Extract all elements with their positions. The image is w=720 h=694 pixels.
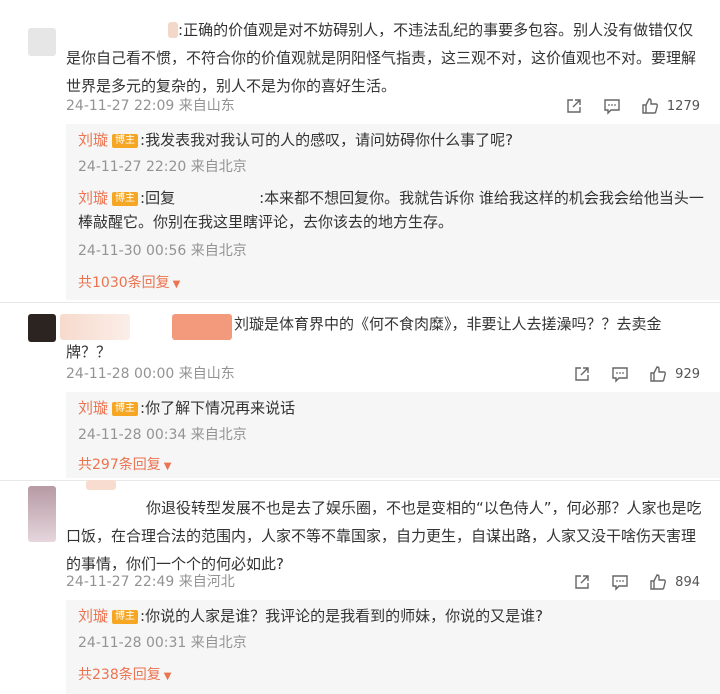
like-icon (650, 574, 667, 590)
comment-button[interactable] (611, 573, 629, 591)
caret-down-icon: ▼ (172, 279, 181, 290)
reply-author[interactable]: 刘璇 (78, 607, 108, 625)
blurred-username (86, 480, 116, 490)
comment-actions: 929 (553, 362, 700, 386)
reply-text: 刘璇 博主:我发表我对我认可的人的感叹，请问妨碍你什么事了呢? (78, 131, 514, 149)
comment-meta: 24-11-27 22:49 来自河北 (66, 574, 235, 590)
avatar[interactable] (28, 28, 56, 56)
like-count: 894 (675, 574, 700, 590)
share-button[interactable] (565, 97, 583, 115)
like-icon (642, 98, 658, 114)
share-icon (575, 367, 589, 381)
blogger-badge: 博主 (112, 402, 139, 416)
comment-actions: 894 (553, 570, 700, 594)
reply-text: 刘璇 博主:你了解下情况再来说话 (78, 399, 296, 417)
reply-text: 刘璇 博主:你说的人家是谁？我评论的是我看到的师妹，你说的又是谁? (78, 607, 544, 625)
caret-down-icon: ▼ (163, 671, 172, 682)
more-replies-link[interactable]: 共297条回复 ▼ (78, 454, 171, 474)
share-icon (567, 99, 581, 113)
avatar[interactable] (28, 314, 56, 342)
comment-1: :正确的价值观是对不妨碍别人，不违法乱纪的事要多包容。别人没有做错仅仅 是你自己… (0, 0, 720, 300)
like-button[interactable]: 894 (649, 573, 700, 591)
reply-author[interactable]: 刘璇 (78, 399, 108, 417)
like-icon (650, 366, 667, 382)
divider (0, 302, 720, 303)
more-replies-link[interactable]: 共1030条回复 ▼ (78, 272, 180, 292)
more-replies-link[interactable]: 共238条回复 ▼ (78, 664, 171, 684)
comment-2: 刘璇是体育界中的《何不食肉糜》，非要让人去搓澡吗？？去卖金 牌？？ 24-11-… (0, 304, 720, 478)
comment-icon (604, 99, 620, 115)
comment-text: :正确的价值观是对不妨碍别人，不违法乱纪的事要多包容。别人没有做错仅仅 是你自己… (66, 21, 697, 95)
like-button[interactable]: 1279 (641, 97, 700, 115)
blogger-badge: 博主 (112, 192, 139, 206)
reply-meta: 24-11-27 22:20 来自北京 (78, 159, 247, 175)
reply-list: 刘璇 博主:你说的人家是谁？我评论的是我看到的师妹，你说的又是谁? 24-11-2… (66, 600, 720, 694)
comment-icon (612, 575, 628, 591)
caret-down-icon: ▼ (163, 461, 172, 472)
comment-actions: 1279 (545, 94, 700, 118)
comment-meta: 24-11-27 22:09 来自山东 (66, 98, 235, 114)
reply-text-continued: 棒敲醒它。你别在我这里瞎评论，去你该去的地方生存。 (78, 213, 454, 231)
comment-text: 刘璇是体育界中的《何不食肉糜》，非要让人去搓澡吗？？去卖金 牌？？ (66, 315, 662, 361)
like-button[interactable]: 929 (649, 365, 700, 383)
comment-button[interactable] (603, 97, 621, 115)
blogger-badge: 博主 (112, 134, 139, 148)
reply-meta: 24-11-30 00:56 来自北京 (78, 243, 247, 259)
reply-meta: 24-11-28 00:31 来自北京 (78, 635, 247, 651)
share-icon (575, 575, 589, 589)
avatar[interactable] (28, 486, 56, 542)
reply-list: 刘璇 博主:我发表我对我认可的人的感叹，请问妨碍你什么事了呢? 24-11-27 … (66, 124, 720, 300)
like-count: 1279 (666, 98, 700, 114)
comment-icon (612, 367, 628, 383)
comment-text: 你退役转型发展不也是去了娱乐圈，不也是变相的“以色侍人”，何必那？人家也是吃 口… (66, 499, 702, 573)
like-count: 929 (675, 366, 700, 382)
reply-meta: 24-11-28 00:34 来自北京 (78, 427, 247, 443)
share-button[interactable] (573, 573, 591, 591)
reply-list: 刘璇 博主:你了解下情况再来说话 24-11-28 00:34 来自北京 共297… (66, 392, 720, 478)
comment-button[interactable] (611, 365, 629, 383)
share-button[interactable] (573, 365, 591, 383)
comment-meta: 24-11-28 00:00 来自山东 (66, 366, 235, 382)
reply-author[interactable]: 刘璇 (78, 131, 108, 149)
reply-author[interactable]: 刘璇 (78, 189, 108, 207)
blogger-badge: 博主 (112, 610, 139, 624)
comment-3: 你退役转型发展不也是去了娱乐圈，不也是变相的“以色侍人”，何必那？人家也是吃 口… (0, 480, 720, 694)
